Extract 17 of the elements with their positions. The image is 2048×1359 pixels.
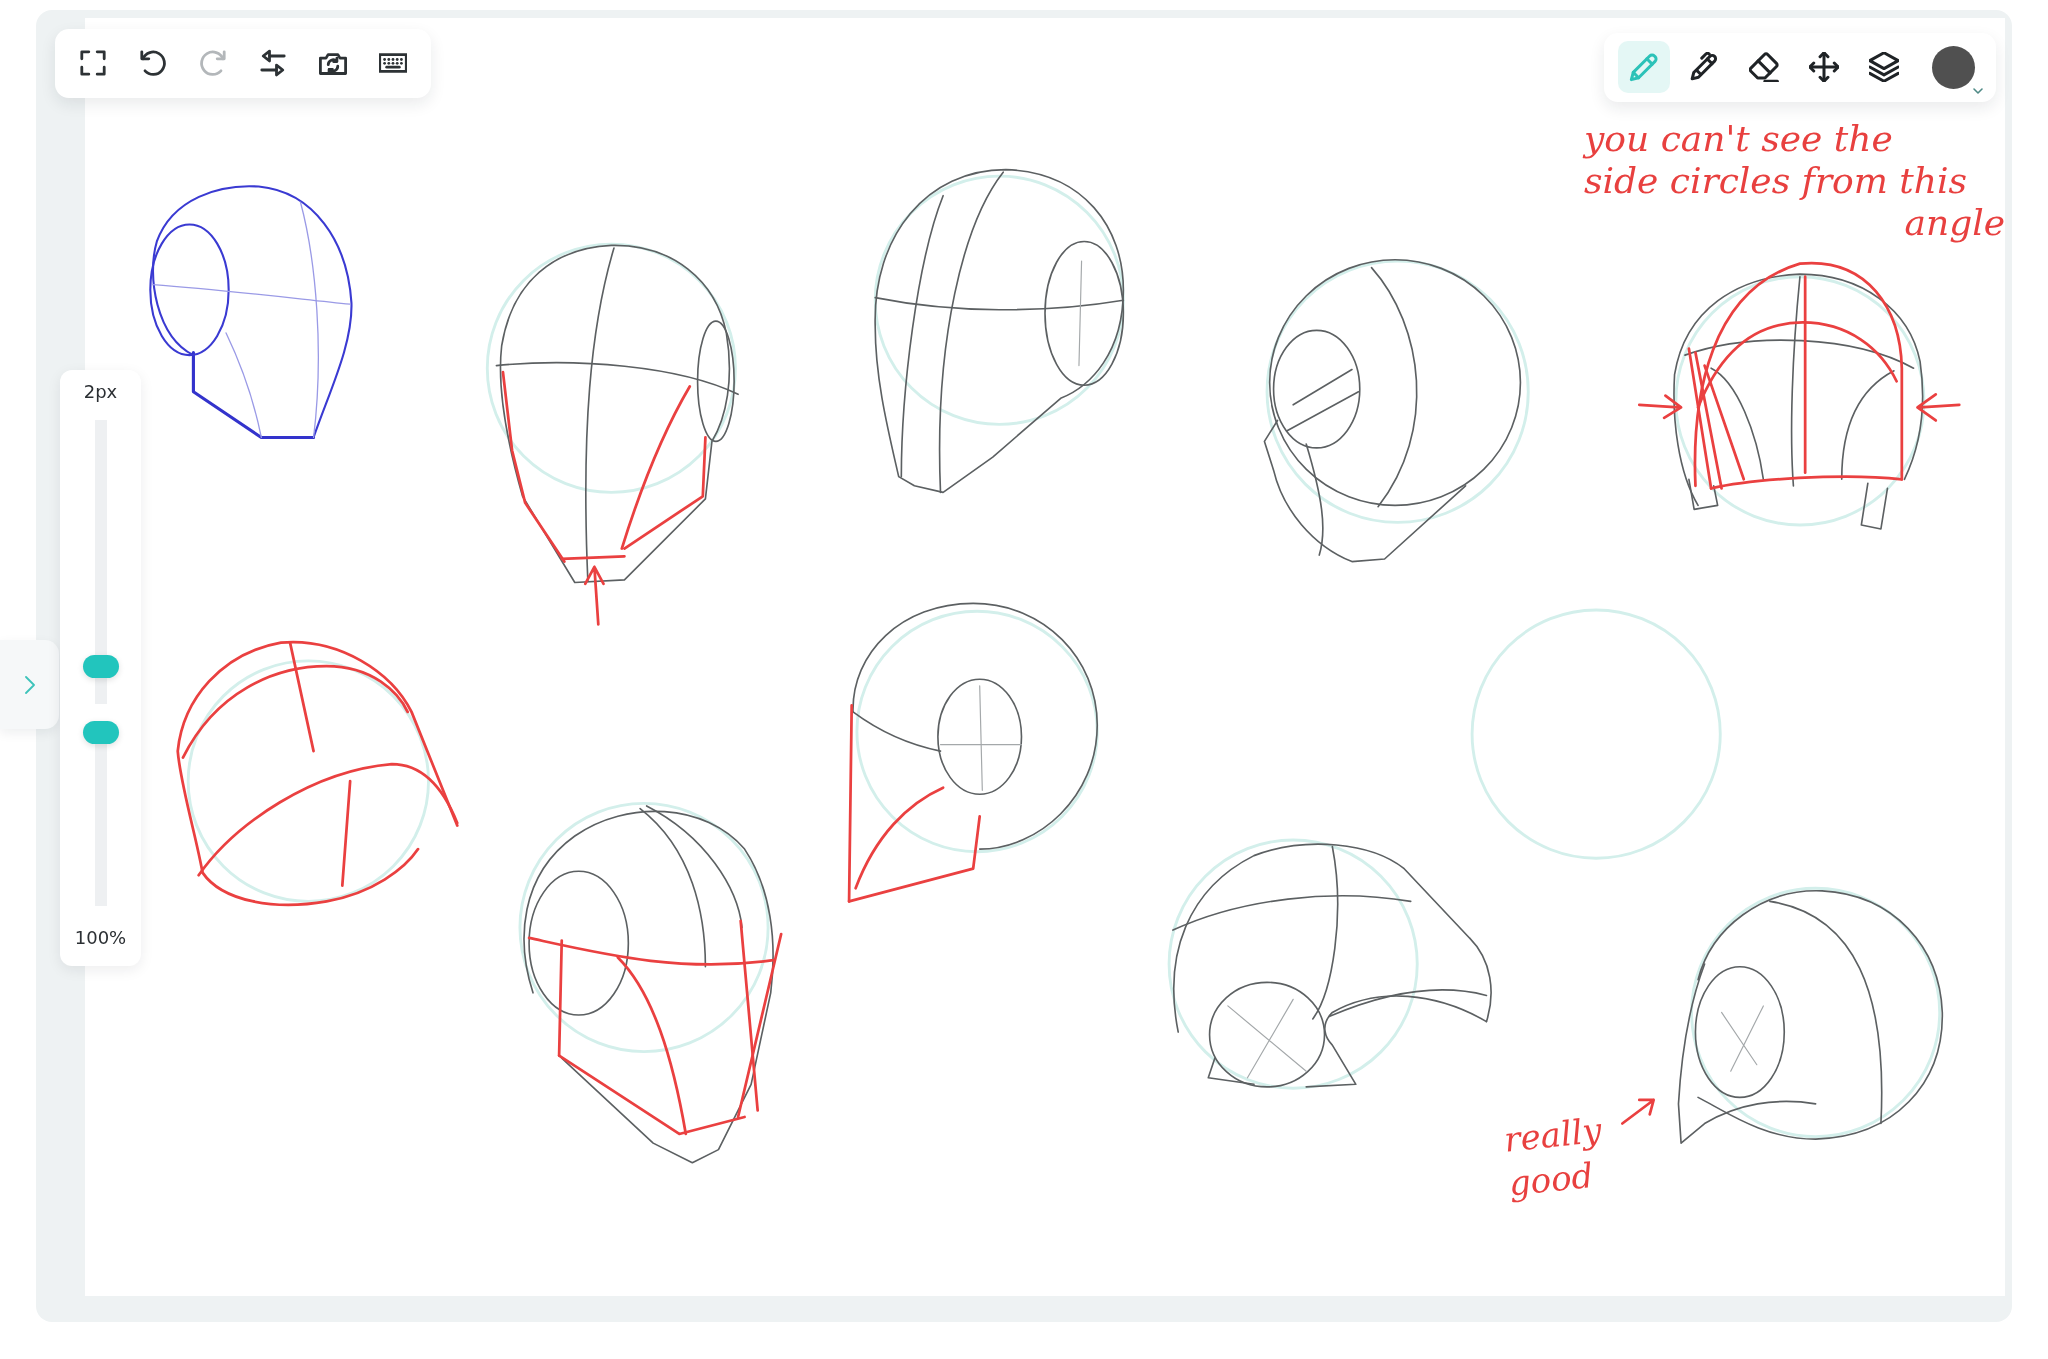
pen-icon xyxy=(1689,52,1719,82)
handwritten-note: you can't see the side circles from this angle xyxy=(1584,118,2005,244)
fullscreen-icon xyxy=(79,49,107,77)
color-swatch[interactable] xyxy=(1932,45,1975,89)
layers-icon xyxy=(1869,52,1899,82)
eraser-icon xyxy=(1749,52,1779,82)
slider-thumb[interactable] xyxy=(82,654,119,678)
handwritten-note: really good xyxy=(1502,1108,1605,1206)
opacity-reading: 100% xyxy=(74,926,127,950)
size-reading: 2px xyxy=(83,380,118,404)
handwritten-arrow xyxy=(1620,1098,1655,1125)
swap-arrows-icon xyxy=(259,49,287,77)
undo-icon xyxy=(139,49,167,77)
move-arrows-icon xyxy=(1809,52,1839,82)
redo-icon xyxy=(199,49,227,77)
pencil-icon xyxy=(1629,52,1659,82)
slider-thumb[interactable] xyxy=(82,721,119,744)
